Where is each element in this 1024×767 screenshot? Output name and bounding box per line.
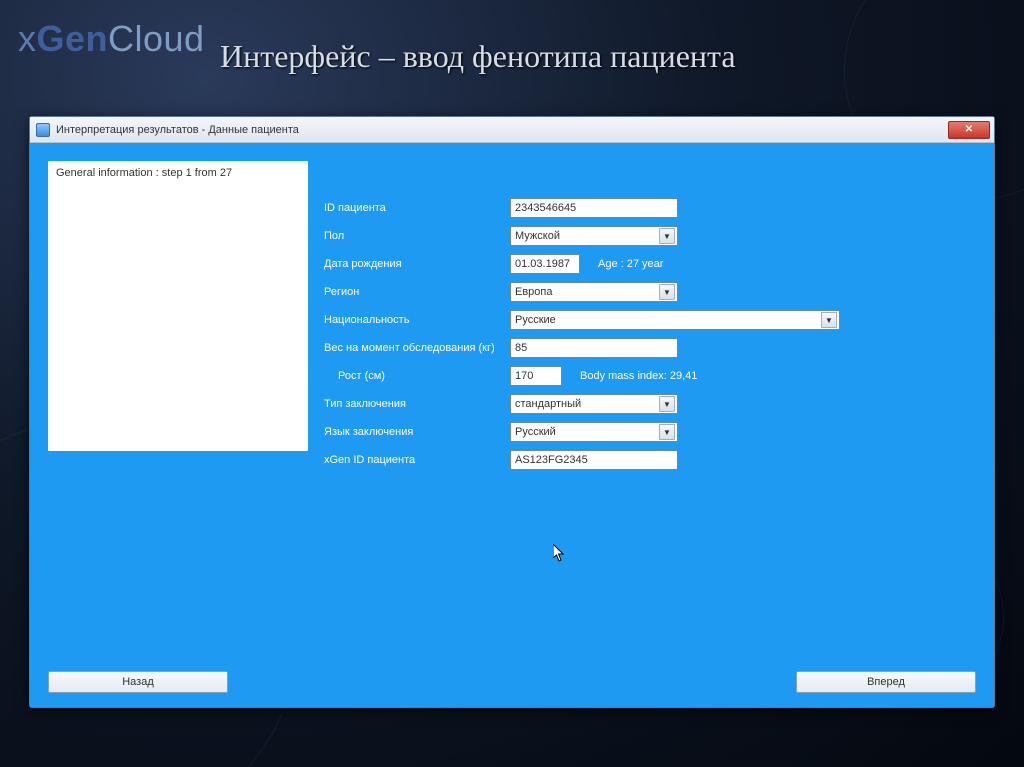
label-dob: Дата рождения: [324, 258, 510, 270]
region-select[interactable]: Европа ▼: [510, 282, 678, 302]
conclusion-type-value: стандартный: [515, 398, 581, 410]
sex-select[interactable]: Мужской ▼: [510, 226, 678, 246]
weight-input[interactable]: [510, 338, 678, 358]
label-region: Регион: [324, 286, 510, 298]
step-panel: General information : step 1 from 27: [48, 161, 308, 451]
close-button[interactable]: ✕: [948, 121, 990, 139]
window-title: Интерпретация результатов - Данные пацие…: [56, 124, 944, 136]
xgen-id-input[interactable]: [510, 450, 678, 470]
patient-form: ID пациента Пол Мужской ▼ Дата рождения …: [324, 161, 976, 667]
label-sex: Пол: [324, 230, 510, 242]
logo-cloud: Cloud: [108, 18, 205, 59]
slide-title: Интерфейс – ввод фенотипа пациента: [220, 38, 1004, 75]
app-logo: xGenCloud: [18, 18, 205, 60]
conclusion-lang-select[interactable]: Русский ▼: [510, 422, 678, 442]
chevron-down-icon: ▼: [659, 228, 675, 244]
window-titlebar[interactable]: Интерпретация результатов - Данные пацие…: [30, 117, 994, 143]
nationality-select[interactable]: Русские ▼: [510, 310, 840, 330]
conclusion-type-select[interactable]: стандартный ▼: [510, 394, 678, 414]
sex-value: Мужской: [515, 230, 560, 242]
label-patient-id: ID пациента: [324, 202, 510, 214]
label-height: Рост (см): [324, 370, 510, 382]
label-weight: Вес на момент обследования (кг): [324, 342, 510, 354]
forward-label: Вперед: [867, 676, 905, 688]
back-label: Назад: [122, 676, 154, 688]
patient-id-input[interactable]: [510, 198, 678, 218]
back-button[interactable]: Назад: [48, 671, 228, 693]
chevron-down-icon: ▼: [659, 424, 675, 440]
nav-footer: Назад Вперед: [48, 667, 976, 695]
app-window: Интерпретация результатов - Данные пацие…: [29, 116, 995, 708]
cursor-icon: [553, 544, 566, 563]
dob-input[interactable]: [510, 254, 580, 274]
app-icon: [36, 123, 50, 137]
label-conclusion-lang: Язык заключения: [324, 426, 510, 438]
label-xgen-id: xGen ID пациента: [324, 454, 510, 466]
age-text: Age : 27 year: [598, 258, 663, 270]
logo-gen: Gen: [37, 18, 109, 59]
conclusion-lang-value: Русский: [515, 426, 556, 438]
chevron-down-icon: ▼: [659, 284, 675, 300]
logo-x: x: [18, 18, 37, 59]
height-input[interactable]: [510, 366, 562, 386]
label-conclusion-type: Тип заключения: [324, 398, 510, 410]
region-value: Европа: [515, 286, 553, 298]
label-nationality: Национальность: [324, 314, 510, 326]
forward-button[interactable]: Вперед: [796, 671, 976, 693]
bmi-text: Body mass index: 29,41: [580, 370, 697, 382]
step-text: General information : step 1 from 27: [56, 167, 300, 179]
window-client: General information : step 1 from 27 ID …: [30, 143, 994, 707]
nationality-value: Русские: [515, 314, 556, 326]
close-icon: ✕: [965, 124, 973, 135]
chevron-down-icon: ▼: [821, 312, 837, 328]
chevron-down-icon: ▼: [659, 396, 675, 412]
